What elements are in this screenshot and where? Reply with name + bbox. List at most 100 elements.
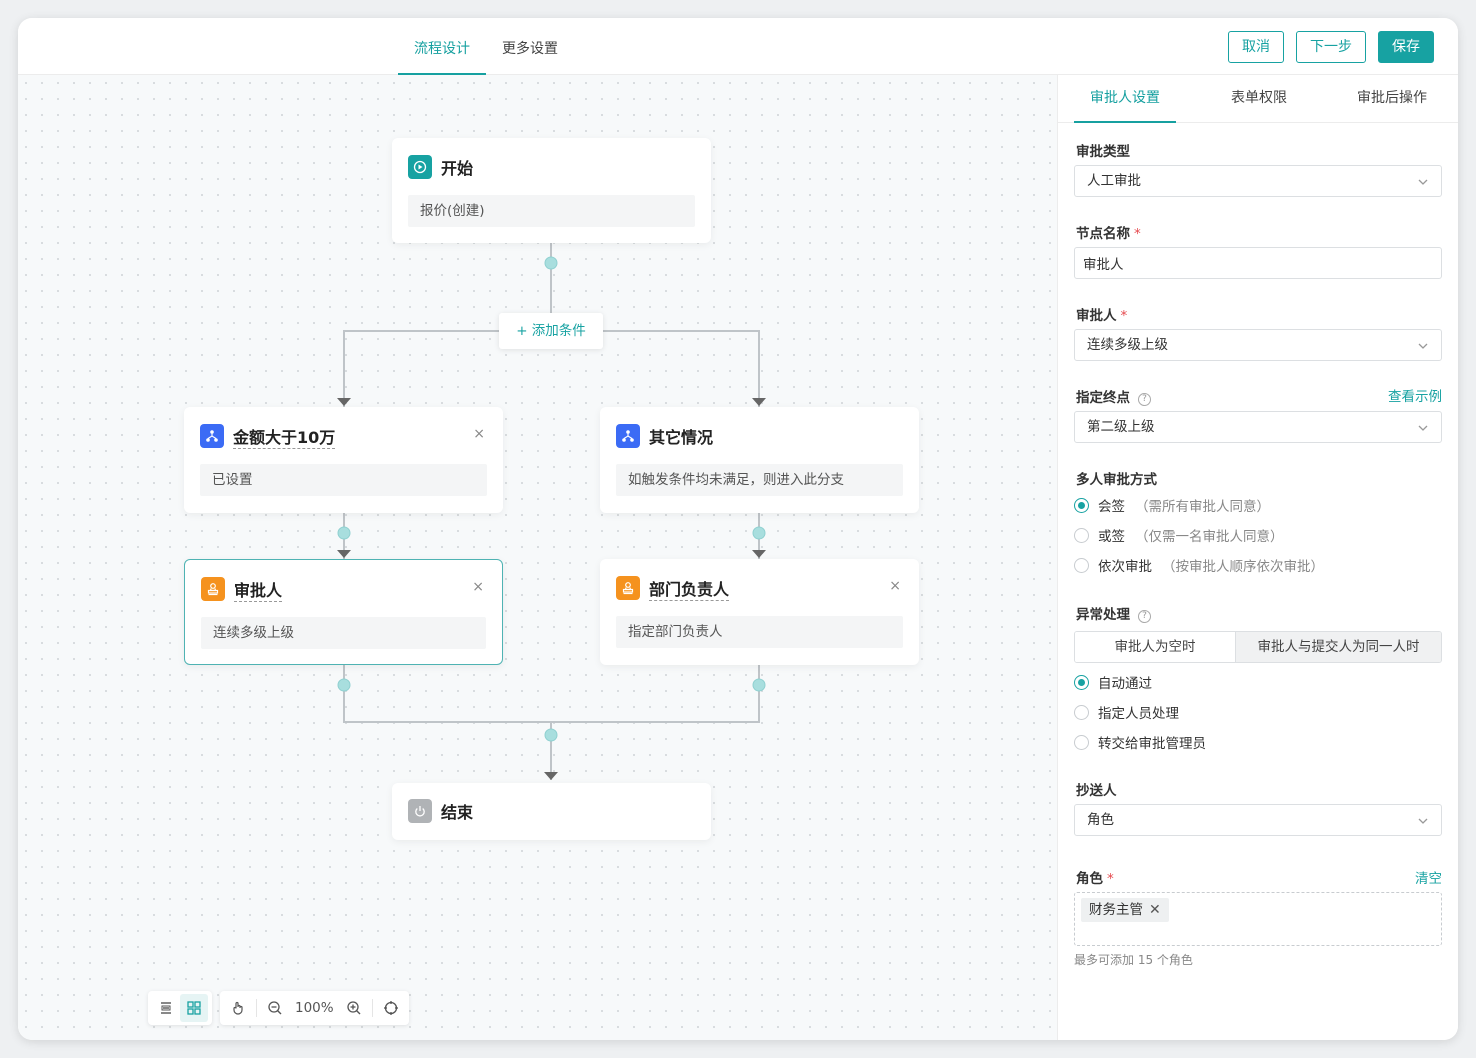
toolbar-divider — [256, 999, 257, 1017]
approver-settings-panel: 审批人设置 表单权限 审批后操作 审批类型 人工审批 节点名称* 审批人* 连续… — [1057, 75, 1458, 1040]
approver-node-header: 部门负责人 — [616, 575, 730, 601]
cc-select[interactable]: 角色 — [1074, 804, 1442, 836]
toolbar-divider — [371, 999, 373, 1017]
start-node[interactable]: 开始 报价(创建) — [392, 138, 711, 243]
radio-countersign[interactable]: 会签 （需所有审批人同意） — [1074, 495, 1270, 515]
close-icon[interactable]: × — [889, 578, 901, 594]
stamp-icon — [201, 577, 225, 601]
role-tag-input[interactable]: 财务主管 ✕ — [1074, 892, 1442, 946]
condition-node-header: 其它情况 — [616, 423, 713, 449]
radio-transfer-admin[interactable]: 转交给审批管理员 — [1074, 732, 1206, 752]
end-node[interactable]: 结束 — [392, 783, 711, 840]
start-node-desc: 报价(创建) — [408, 195, 695, 227]
radio-button[interactable] — [1074, 704, 1089, 720]
radio-or-sign[interactable]: 或签 （仅需一名审批人同意） — [1074, 525, 1284, 545]
help-icon[interactable]: ? — [1138, 610, 1151, 623]
cancel-button[interactable]: 取消 — [1228, 31, 1284, 63]
approver-node-desc: 连续多级上级 — [201, 617, 486, 649]
zoom-out-icon[interactable] — [261, 994, 289, 1022]
add-condition-button[interactable]: + 添加条件 — [499, 313, 603, 349]
approver-label: 审批人 * — [1076, 308, 1128, 324]
radio-button[interactable] — [1074, 734, 1089, 750]
condition-node-title: 其它情况 — [649, 428, 714, 447]
panel-tabs: 审批人设置 表单权限 审批后操作 — [1058, 75, 1458, 123]
zoom-in-icon[interactable] — [340, 994, 368, 1022]
segment-approver-empty[interactable]: 审批人为空时 — [1075, 632, 1235, 662]
branch-icon — [200, 424, 224, 448]
tab-form-permissions[interactable]: 表单权限 — [1208, 75, 1310, 123]
cc-value: 角色 — [1087, 812, 1114, 828]
next-step-button[interactable]: 下一步 — [1296, 31, 1366, 63]
radio-sequential[interactable]: 依次审批 （按审批人顺序依次审批） — [1074, 555, 1324, 575]
start-node-header: 开始 — [408, 154, 473, 180]
app-window: 流程设计 更多设置 取消 下一步 保存 开始 报价(创建) + 添加条件 金额大… — [18, 18, 1458, 1040]
radio-assign-person[interactable]: 指定人员处理 — [1074, 702, 1179, 722]
approver-node-desc: 指定部门负责人 — [616, 616, 903, 648]
radio-button[interactable] — [1074, 557, 1089, 573]
tab-flow-design[interactable]: 流程设计 — [398, 18, 486, 75]
radio-label: 依次审批 — [1098, 559, 1152, 575]
radio-hint: （仅需一名审批人同意） — [1135, 529, 1284, 545]
radio-button-checked[interactable] — [1074, 674, 1089, 690]
condition-node-desc: 如触发条件均未满足，则进入此分支 — [616, 464, 903, 496]
view-example-link[interactable]: 查看示例 — [1388, 385, 1442, 405]
flow-canvas[interactable]: 开始 报价(创建) + 添加条件 金额大于10万 × 已设置 其它情况 如触发条… — [18, 75, 1057, 1040]
tab-more-settings[interactable]: 更多设置 — [486, 18, 574, 75]
approval-type-select[interactable]: 人工审批 — [1074, 165, 1442, 197]
play-icon — [408, 155, 432, 179]
chevron-down-icon — [1418, 179, 1428, 185]
list-layout-icon[interactable] — [152, 994, 180, 1022]
role-label: 角色 * — [1076, 871, 1114, 887]
approver-node-selected[interactable]: 审批人 × 连续多级上级 — [184, 559, 503, 665]
approval-type-value: 人工审批 — [1087, 173, 1141, 189]
role-tag: 财务主管 ✕ — [1081, 898, 1169, 922]
approver-node-title: 部门负责人 — [649, 576, 730, 601]
radio-label: 会签 — [1098, 499, 1125, 515]
condition-node-amount[interactable]: 金额大于10万 × 已设置 — [184, 407, 503, 513]
segment-approver-is-submitter[interactable]: 审批人与提交人为同一人时 — [1235, 632, 1441, 662]
exception-segmented-control: 审批人为空时 审批人与提交人为同一人时 — [1074, 631, 1442, 663]
top-bar: 流程设计 更多设置 取消 下一步 保存 — [18, 18, 1458, 75]
role-tag-label: 财务主管 — [1089, 902, 1143, 918]
hand-pan-icon[interactable] — [224, 994, 252, 1022]
end-node-header: 结束 — [408, 798, 473, 824]
approver-value: 连续多级上级 — [1087, 337, 1168, 353]
radio-label: 自动通过 — [1098, 676, 1152, 692]
radio-button[interactable] — [1074, 527, 1089, 543]
exception-label: 异常处理? — [1076, 603, 1151, 623]
end-node-title: 结束 — [441, 803, 474, 822]
save-button[interactable]: 保存 — [1378, 31, 1434, 63]
start-node-title: 开始 — [441, 159, 474, 178]
fit-center-icon[interactable] — [377, 994, 405, 1022]
radio-button-checked[interactable] — [1074, 497, 1089, 513]
chevron-down-icon — [1418, 425, 1428, 431]
help-icon[interactable]: ? — [1138, 393, 1151, 406]
close-icon[interactable]: ✕ — [1149, 898, 1161, 922]
radio-label: 指定人员处理 — [1098, 706, 1179, 722]
endpoint-label: 指定终点? — [1076, 386, 1151, 406]
radio-hint: （需所有审批人同意） — [1135, 499, 1270, 515]
approver-node-header: 审批人 — [201, 576, 283, 602]
node-name-input[interactable] — [1074, 247, 1442, 279]
close-icon[interactable]: × — [472, 579, 484, 595]
radio-label: 或签 — [1098, 529, 1125, 545]
radio-hint: （按审批人顺序依次审批） — [1162, 559, 1324, 575]
tab-post-approval-actions[interactable]: 审批后操作 — [1341, 75, 1443, 123]
endpoint-value: 第二级上级 — [1087, 419, 1155, 435]
stamp-icon — [616, 576, 640, 600]
cc-label: 抄送人 — [1076, 783, 1117, 799]
radio-auto-pass[interactable]: 自动通过 — [1074, 672, 1152, 692]
condition-node-desc: 已设置 — [200, 464, 487, 496]
close-icon[interactable]: × — [473, 426, 485, 442]
endpoint-select[interactable]: 第二级上级 — [1074, 411, 1442, 443]
approval-type-label: 审批类型 — [1076, 144, 1130, 160]
multi-mode-label: 多人审批方式 — [1076, 472, 1157, 488]
grid-layout-icon[interactable] — [180, 994, 208, 1022]
condition-node-title: 金额大于10万 — [233, 424, 336, 449]
node-name-label: 节点名称 * — [1076, 226, 1141, 242]
approver-select[interactable]: 连续多级上级 — [1074, 329, 1442, 361]
approver-node-dept-head[interactable]: 部门负责人 × 指定部门负责人 — [600, 559, 919, 665]
clear-roles-link[interactable]: 清空 — [1415, 867, 1442, 887]
condition-node-other[interactable]: 其它情况 如触发条件均未满足，则进入此分支 — [600, 407, 919, 513]
tab-approver-settings[interactable]: 审批人设置 — [1074, 75, 1176, 123]
